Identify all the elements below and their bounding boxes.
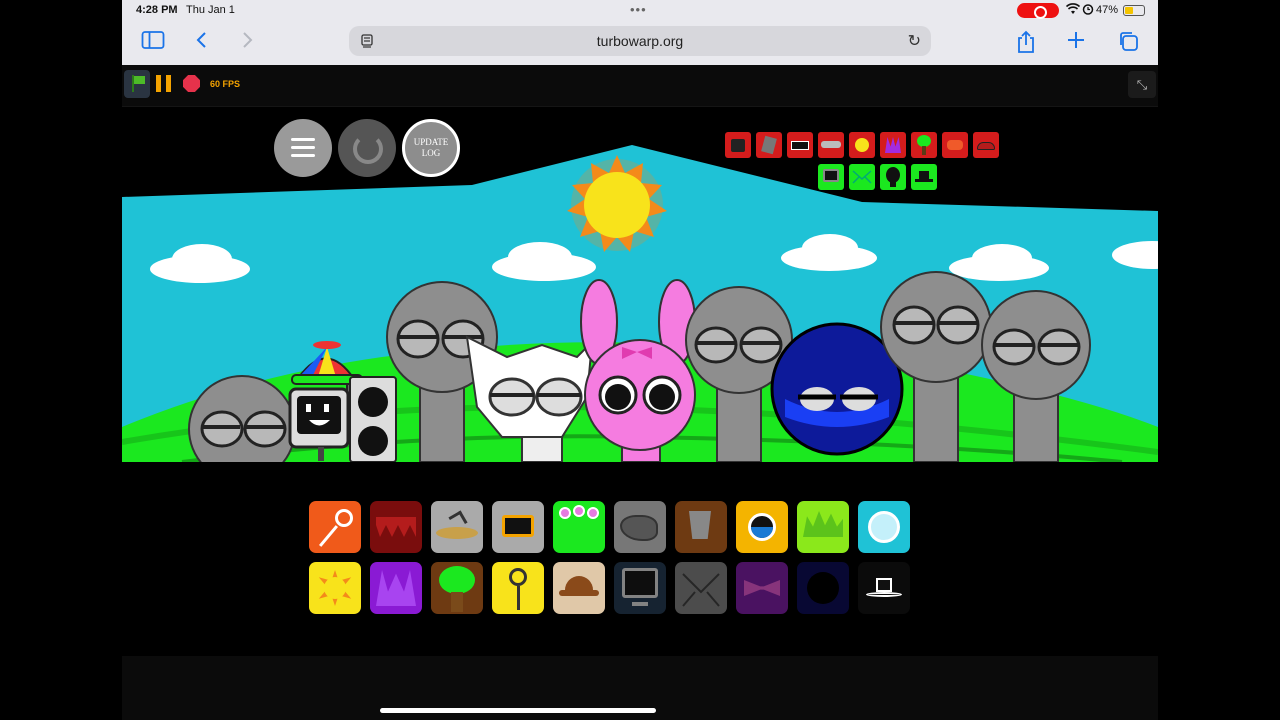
palette-yellow-eye[interactable] bbox=[736, 501, 788, 553]
status-date: Thu Jan 1 bbox=[186, 4, 235, 16]
selected-item-top-hat[interactable] bbox=[911, 164, 937, 190]
reload-icon[interactable]: ↻ bbox=[908, 31, 921, 51]
selected-item-red-cap[interactable] bbox=[973, 132, 999, 158]
palette-envelope[interactable] bbox=[675, 562, 727, 614]
browser-toolbar: turbowarp.org ↻ bbox=[122, 22, 1158, 65]
letterbox-right bbox=[1158, 0, 1280, 720]
screen-recording-icon[interactable] bbox=[1017, 3, 1059, 19]
palette-dark-blob[interactable] bbox=[797, 562, 849, 614]
fps-counter: 60 FPS bbox=[210, 79, 241, 89]
selected-item-teeth-visor[interactable] bbox=[818, 132, 844, 158]
palette-green-spiky-hair[interactable] bbox=[797, 501, 849, 553]
ipad-screen: 4:28 PM Thu Jan 1 ••• 47% turbowarp.org … bbox=[122, 0, 1158, 720]
status-bar: 4:28 PM Thu Jan 1 ••• 47% bbox=[122, 0, 1158, 22]
palette-orange-lollipop[interactable] bbox=[309, 501, 361, 553]
new-tab-icon[interactable] bbox=[1063, 30, 1089, 54]
letterbox-left bbox=[0, 0, 122, 720]
reset-button[interactable] bbox=[338, 119, 396, 177]
exit-fullscreen-icon[interactable]: ⤡ bbox=[1128, 71, 1156, 98]
palette-purple-spikes[interactable] bbox=[370, 562, 422, 614]
palette-blue-disc[interactable] bbox=[858, 501, 910, 553]
battery-fill bbox=[1125, 7, 1134, 14]
palette-flower-crown[interactable] bbox=[553, 501, 605, 553]
palette-red-teeth[interactable] bbox=[370, 501, 422, 553]
pause-icon[interactable] bbox=[156, 75, 172, 92]
selected-item-gray-tablet[interactable] bbox=[756, 132, 782, 158]
palette-monitor[interactable] bbox=[614, 562, 666, 614]
stop-icon[interactable] bbox=[183, 75, 200, 92]
palette-brown-hat[interactable] bbox=[553, 562, 605, 614]
battery-percent: 47% bbox=[1096, 4, 1119, 16]
selected-item-tree[interactable] bbox=[911, 132, 937, 158]
palette-green-tree[interactable] bbox=[431, 562, 483, 614]
share-icon[interactable] bbox=[1013, 30, 1039, 54]
palette-straw-hat[interactable] bbox=[431, 501, 483, 553]
screen: 4:28 PM Thu Jan 1 ••• 47% turbowarp.org … bbox=[0, 0, 1280, 720]
url-text: turbowarp.org bbox=[596, 33, 684, 49]
selected-item-red-crab[interactable] bbox=[942, 132, 968, 158]
palette-yellow-lollipop[interactable] bbox=[492, 562, 544, 614]
update-log-button[interactable]: UPDATE LOG bbox=[402, 119, 460, 177]
palette-top-hat[interactable] bbox=[858, 562, 910, 614]
wifi-icon bbox=[1065, 3, 1081, 18]
palette-pink-bow[interactable] bbox=[736, 562, 788, 614]
selected-item-monitor[interactable] bbox=[818, 164, 844, 190]
project-stage[interactable]: UPDATE LOG bbox=[122, 106, 1158, 656]
multitask-dots-icon[interactable]: ••• bbox=[630, 2, 647, 17]
menu-button[interactable] bbox=[274, 119, 332, 177]
tabs-icon[interactable] bbox=[1115, 30, 1141, 54]
selected-item-black-screen[interactable] bbox=[787, 132, 813, 158]
address-bar[interactable]: turbowarp.org ↻ bbox=[349, 26, 931, 56]
palette-gray-beard[interactable] bbox=[614, 501, 666, 553]
alarm-icon bbox=[1082, 3, 1094, 18]
green-flag-icon[interactable] bbox=[124, 70, 150, 98]
update-log-label: UPDATE LOG bbox=[413, 137, 449, 158]
selected-item-purple-spikes[interactable] bbox=[880, 132, 906, 158]
home-indicator[interactable] bbox=[380, 708, 656, 713]
palette-yellow-sun[interactable] bbox=[309, 562, 361, 614]
back-icon[interactable] bbox=[189, 30, 215, 54]
status-time: 4:28 PM bbox=[136, 4, 178, 16]
selected-item-sun-face[interactable] bbox=[849, 132, 875, 158]
selected-item-balloon[interactable] bbox=[880, 164, 906, 190]
palette-robot-visor[interactable] bbox=[492, 501, 544, 553]
selected-item-speaker-mouth[interactable] bbox=[725, 132, 751, 158]
palette-brown-bucket[interactable] bbox=[675, 501, 727, 553]
selected-item-envelope[interactable] bbox=[849, 164, 875, 190]
battery-icon bbox=[1123, 5, 1145, 16]
forward-icon[interactable] bbox=[234, 30, 260, 54]
sidebar-icon[interactable] bbox=[140, 30, 166, 54]
turbowarp-controls: 60 FPS ⤡ bbox=[122, 65, 1158, 103]
